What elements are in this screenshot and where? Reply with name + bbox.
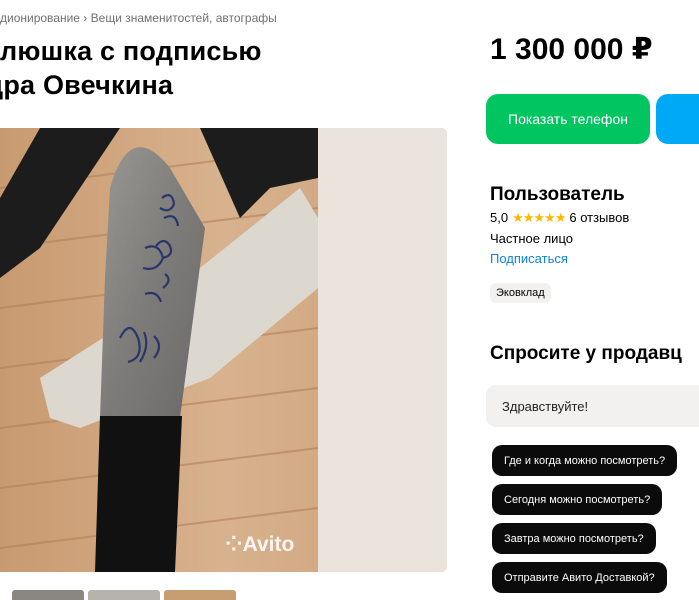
rating-value: 5,0 bbox=[490, 210, 509, 225]
quick-question-button[interactable]: Завтра можно посмотреть? bbox=[492, 523, 656, 554]
message-input[interactable]: Здравствуйте! bbox=[486, 385, 699, 427]
listing-title-line-1: клюшка с подписью bbox=[0, 36, 262, 66]
hockey-stick-photo bbox=[0, 128, 447, 572]
quick-question-button[interactable]: Сегодня можно посмотреть? bbox=[492, 484, 663, 515]
ask-seller-title: Спросите у продавц bbox=[490, 343, 682, 364]
show-phone-button[interactable]: Показать телефон bbox=[486, 94, 650, 144]
quick-question-button[interactable]: Где и когда можно посмотреть? bbox=[492, 445, 678, 476]
star-rating-icon: ★★★★★ bbox=[512, 210, 566, 225]
photo-thumbnail[interactable] bbox=[12, 590, 84, 600]
write-message-button[interactable] bbox=[656, 94, 699, 144]
seller-rating: 5,0 ★★★★★ 6 отзывов bbox=[490, 210, 629, 226]
seller-type: Частное лицо bbox=[490, 231, 573, 246]
watermark-text: Avito bbox=[242, 533, 295, 556]
listing-title-line-2: дра Овечкина bbox=[0, 70, 174, 100]
avito-logo-icon: ⁘ bbox=[225, 533, 243, 556]
breadcrumb[interactable]: дионирование › Вещи знаменитостей, автог… bbox=[0, 11, 277, 25]
listing-photo[interactable]: ⁘Avito bbox=[0, 128, 447, 572]
quick-question-button[interactable]: Отправите Авито Доставкой? bbox=[492, 562, 667, 593]
seller-badge[interactable]: Эковклад bbox=[490, 283, 551, 303]
subscribe-link[interactable]: Подписаться bbox=[490, 251, 568, 266]
reviews-link[interactable]: 6 отзывов bbox=[569, 210, 629, 225]
photo-thumbnail[interactable] bbox=[164, 590, 236, 600]
listing-price: 1 300 000 ₽ bbox=[490, 33, 653, 66]
listing-title: клюшка с подписью дра Овечкина bbox=[0, 34, 446, 102]
seller-name[interactable]: Пользователь bbox=[490, 184, 625, 206]
avito-watermark: ⁘Avito bbox=[225, 532, 294, 557]
photo-thumbnail[interactable] bbox=[88, 590, 160, 600]
